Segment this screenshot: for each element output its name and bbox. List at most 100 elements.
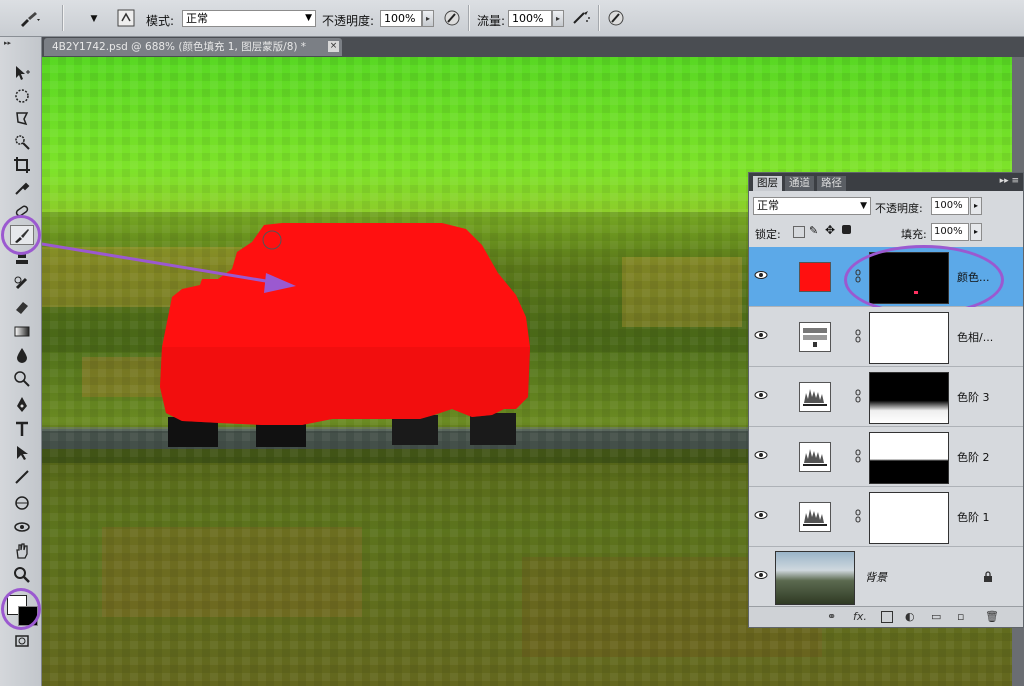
brush-size-picker[interactable]: ▼	[72, 9, 108, 29]
chevron-down-icon: ▼	[860, 201, 867, 211]
crop-tool-icon[interactable]	[10, 155, 34, 175]
zoom-tool-icon[interactable]	[10, 565, 34, 585]
layer-opacity-slider-button[interactable]: ▸	[970, 197, 982, 215]
history-brush-tool-icon[interactable]	[10, 273, 34, 293]
levels-adjustment-icon	[799, 442, 831, 472]
link-icon[interactable]	[855, 449, 861, 463]
lock-pixels-icon[interactable]: ✎	[809, 224, 818, 237]
layer-mask-thumbnail[interactable]	[869, 432, 949, 484]
levels-adjustment-icon	[799, 502, 831, 532]
lock-label: 锁定:	[755, 228, 781, 241]
marquee-tool-icon[interactable]	[10, 86, 34, 106]
layer-row-levels-3[interactable]: 色阶 3	[749, 367, 1023, 427]
3d-rotate-tool-icon[interactable]	[10, 493, 34, 513]
3d-orbit-tool-icon[interactable]	[10, 517, 34, 537]
adjustment-layer-icon[interactable]: ◐	[905, 610, 915, 623]
dodge-tool-icon[interactable]	[10, 369, 34, 389]
lock-all-icon[interactable]	[842, 225, 851, 234]
visibility-eye-icon[interactable]	[754, 508, 768, 522]
layer-row-background[interactable]: 背景	[749, 547, 1023, 609]
mode-label: 模式:	[146, 14, 175, 28]
link-layers-icon[interactable]: ⚭	[827, 610, 836, 623]
quick-selection-tool-icon[interactable]	[10, 132, 34, 152]
lock-row: 锁定: ✎ ✥ 填充: 100% ▸	[749, 221, 1023, 243]
chevron-down-icon: ▼	[305, 13, 312, 23]
tab-paths[interactable]: 路径	[817, 176, 846, 191]
airbrush-pressure-icon[interactable]	[442, 8, 462, 28]
background-thumbnail	[775, 551, 855, 605]
levels-adjustment-icon	[799, 382, 831, 412]
tablet-pressure-size-icon[interactable]	[606, 8, 626, 28]
options-bar: ▼ 模式: 正常 ▼ 不透明度: 100% ▸ 流量: 100% ▸	[0, 0, 1024, 37]
visibility-eye-icon[interactable]	[754, 388, 768, 402]
hand-tool-icon[interactable]	[10, 541, 34, 561]
airbrush-icon[interactable]	[570, 8, 592, 28]
group-folder-icon[interactable]: ▭	[931, 610, 941, 623]
trash-icon[interactable]: 🗑	[985, 610, 999, 623]
gradient-tool-icon[interactable]	[10, 321, 34, 341]
mask-highlight	[844, 245, 1004, 315]
layer-name: 色相/...	[957, 331, 994, 344]
fill-slider-button[interactable]: ▸	[970, 223, 982, 241]
eyedropper-tool-icon[interactable]	[10, 178, 34, 198]
link-icon[interactable]	[855, 509, 861, 523]
lasso-tool-icon[interactable]	[10, 109, 34, 129]
panel-menu-icon[interactable]: ▸▸ ≡	[1000, 176, 1019, 186]
visibility-eye-icon[interactable]	[754, 328, 768, 342]
opacity-slider-button[interactable]: ▸	[422, 10, 434, 27]
brush-tool-highlight	[1, 215, 41, 255]
layer-name: 背景	[865, 571, 887, 584]
layer-mask-thumbnail[interactable]	[869, 312, 949, 364]
opacity-label: 不透明度:	[322, 14, 375, 28]
toolbox-collapse-icon[interactable]: ▸▸	[4, 39, 38, 47]
brush-panel-icon[interactable]	[116, 8, 136, 28]
brush-tool-preset-icon[interactable]	[16, 9, 42, 29]
tab-channels[interactable]: 通道	[785, 176, 814, 191]
blur-tool-icon[interactable]	[10, 345, 34, 365]
close-icon[interactable]: ×	[328, 41, 339, 52]
lock-transparent-icon[interactable]	[793, 226, 805, 238]
layer-name: 色阶 1	[957, 511, 990, 524]
flow-input[interactable]: 100%	[508, 10, 552, 27]
blend-mode-select[interactable]: 正常 ▼	[753, 197, 871, 215]
visibility-eye-icon[interactable]	[754, 268, 768, 282]
eraser-tool-icon[interactable]	[10, 297, 34, 317]
tab-layers[interactable]: 图层	[753, 176, 782, 191]
layer-row-hue-saturation[interactable]: 色相/...	[749, 307, 1023, 367]
mode-select[interactable]: 正常 ▼	[182, 10, 316, 27]
pen-tool-icon[interactable]	[10, 395, 34, 415]
layer-row-levels-2[interactable]: 色阶 2	[749, 427, 1023, 487]
fill-label: 填充:	[901, 228, 927, 241]
link-icon[interactable]	[855, 329, 861, 343]
visibility-eye-icon[interactable]	[754, 448, 768, 462]
link-icon[interactable]	[855, 389, 861, 403]
layer-mask-thumbnail[interactable]	[869, 492, 949, 544]
fx-icon[interactable]: fx.	[853, 610, 867, 623]
type-tool-icon[interactable]	[10, 419, 34, 439]
flow-label: 流量:	[477, 14, 506, 28]
layer-row-color-fill[interactable]: 颜色...	[749, 245, 1023, 315]
fill-input[interactable]: 100%	[931, 223, 969, 241]
panel-tab-strip: 图层 通道 路径 ▸▸ ≡	[749, 173, 1023, 191]
document-tab[interactable]: 4B2Y1742.psd @ 688% (颜色填充 1, 图层蒙版/8) *	[44, 38, 342, 56]
color-fill-thumbnail	[799, 262, 831, 292]
mode-value: 正常	[186, 12, 208, 25]
flow-slider-button[interactable]: ▸	[552, 10, 564, 27]
layer-mask-thumbnail[interactable]	[869, 372, 949, 424]
path-selection-tool-icon[interactable]	[10, 443, 34, 463]
layer-row-levels-1[interactable]: 色阶 1	[749, 487, 1023, 547]
layer-opacity-input[interactable]: 100%	[931, 197, 969, 215]
lock-position-icon[interactable]: ✥	[825, 223, 835, 237]
add-mask-icon[interactable]	[881, 611, 893, 623]
blend-row: 正常 ▼ 不透明度: 100% ▸	[749, 195, 1023, 219]
new-layer-icon[interactable]: ▫	[957, 610, 964, 623]
layer-name: 色阶 3	[957, 391, 990, 404]
line-tool-icon[interactable]	[10, 467, 34, 487]
document-title: 4B2Y1742.psd @ 688% (颜色填充 1, 图层蒙版/8) *	[52, 41, 307, 53]
opacity-input[interactable]: 100%	[380, 10, 422, 27]
quick-mask-icon[interactable]	[10, 631, 34, 651]
move-tool-icon[interactable]	[10, 63, 34, 83]
layer-name: 色阶 2	[957, 451, 990, 464]
visibility-eye-icon[interactable]	[754, 568, 768, 582]
layer-opacity-label: 不透明度:	[875, 202, 923, 215]
